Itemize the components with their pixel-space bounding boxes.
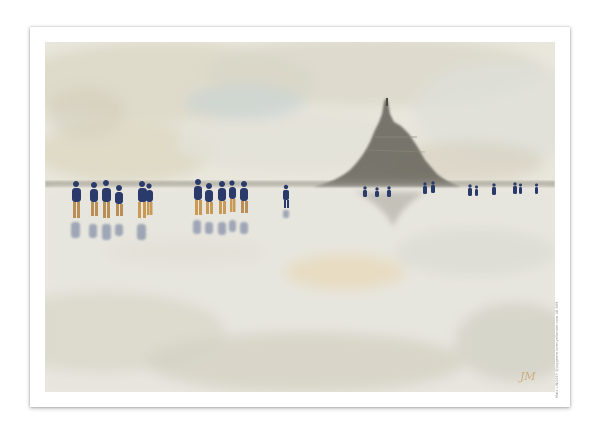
side-credit-text: Matt LINDSEY @juggeem lorenyellonder.com… xyxy=(555,301,559,398)
artist-monogram: JM xyxy=(520,370,536,383)
horizon-shore xyxy=(45,181,555,187)
print-stage: JM Matt LINDSEY @juggeem lorenyellonder.… xyxy=(0,0,600,436)
watercolor-painting xyxy=(45,42,555,392)
sand-washes xyxy=(45,188,555,392)
